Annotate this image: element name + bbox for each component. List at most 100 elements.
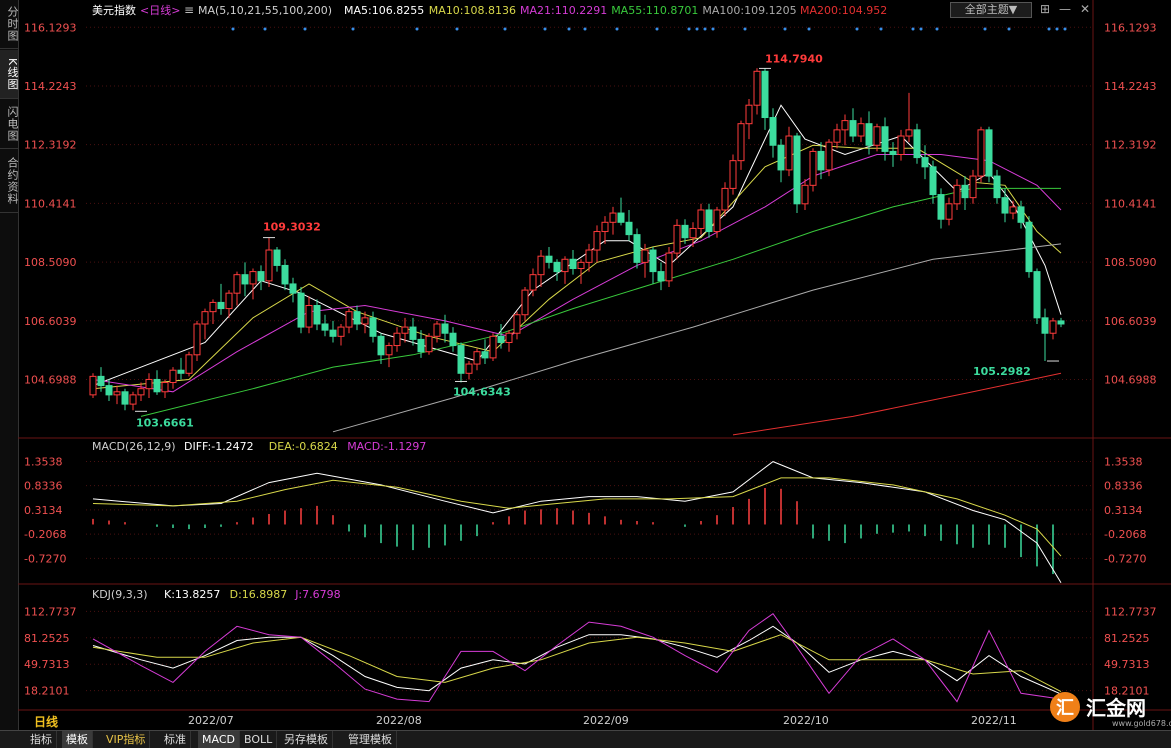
readout-ma100: MA100:109.1205 [702,4,796,17]
readout-ma5: MA5:106.8255 [344,4,424,17]
candle-body [657,271,665,282]
candle-body [697,209,705,229]
logo-name: 汇金网 [1086,696,1146,720]
candle-body [113,391,121,396]
macd-tick-label-right: 0.8336 [1104,480,1143,493]
candle-body [161,382,169,393]
signal-dot [983,27,987,31]
candle-body [577,261,585,270]
candle-body [345,311,353,328]
tab-save-template[interactable]: 另存模板 [280,731,333,748]
macd-diff-line [92,461,1062,583]
kdj-tick-label-right: 112.7737 [1104,605,1157,618]
signal-dot [1007,27,1011,31]
readout-ma55: MA55:110.8701 [611,4,698,17]
tab-vip-indicators[interactable]: VIP指标 [102,731,151,748]
tab-templates[interactable]: 模板 [62,731,93,748]
grid-icon[interactable]: ⊞ [1038,2,1052,16]
candle-body [641,249,649,263]
signal-dot [351,27,355,31]
signal-dot [583,27,587,31]
tab-standard[interactable]: 标准 [160,731,191,748]
candle-body [729,160,737,189]
kdj-tick-label-left: 49.7313 [24,658,70,671]
candle-body [529,274,537,291]
candle-body [897,135,905,156]
tab-boll[interactable]: BOLL [240,731,278,748]
ma-indicator-label: MA(5,10,21,55,100,200) [198,4,332,17]
signal-dot [455,27,459,31]
main-tick-label-left: 106.6039 [24,315,77,328]
candle-body [953,184,961,205]
candle-body [601,221,609,233]
candle-body [569,258,577,270]
kdj-d-line [92,634,1062,693]
candle-body [473,351,481,365]
candle-body [201,311,209,325]
candle-body [177,369,185,374]
candle-body [793,135,801,205]
candle-body [145,378,153,390]
candle-body [649,249,657,273]
readout-ma200: MA200:104.952 [800,4,887,17]
tab-indicators[interactable]: 指标 [26,731,57,748]
close-icon[interactable]: ✕ [1078,2,1092,16]
theme-dropdown[interactable]: 全部主题▼ [950,2,1032,18]
macd-tick-label-right: -0.2068 [1104,528,1146,541]
candle-body [625,221,633,236]
candle-body [1033,271,1041,319]
macd-readout-diff: DIFF:-1.2472 [184,440,254,453]
candle-body [1001,197,1009,214]
candle-body [705,209,713,233]
candle-body [289,283,297,294]
candle-body [689,227,697,239]
signal-dot [919,27,923,31]
candle-body [241,274,249,285]
signal-dot [415,27,419,31]
kdj-readout-d: D:16.8987 [230,588,288,601]
overlay-ma10 [92,144,1062,390]
candle-body [449,332,457,347]
candle-body [553,261,561,273]
candle-body [89,375,97,396]
candle-body [377,335,385,356]
candle-body [545,255,553,263]
chart-area[interactable]: 104.6988 104.6988 106.6039 106.6039 108.5090… [0,0,1171,730]
tab-macd[interactable]: MACD [198,731,240,748]
candle-body [409,326,417,340]
signal-dot [935,27,939,31]
x-tick-label: 2022/11 [971,714,1017,727]
overlay-ma21 [92,154,1062,393]
candle-body [993,175,1001,199]
candle-body [841,120,849,131]
candle-body [321,323,329,331]
main-tick-label-left: 116.1293 [24,21,77,34]
macd-tick-label-left: 0.8336 [24,480,63,493]
candle-body [753,70,761,106]
signal-dot [567,27,571,31]
x-tick-label: 2022/07 [188,714,234,727]
candle-body [441,323,449,334]
candle-body [329,329,337,337]
minimize-icon[interactable]: — [1058,2,1072,16]
candle-body [1025,221,1033,273]
macd-dea-line [92,477,1062,557]
candle-body [137,388,145,396]
candle-body [977,129,985,177]
signal-dot [855,27,859,31]
signal-dot [503,27,507,31]
signal-dot [1047,27,1051,31]
candle-body [801,184,809,205]
signal-dot [263,27,267,31]
signal-dot [615,27,619,31]
candle-body [713,209,721,233]
candle-body [761,70,769,119]
signal-dot [703,27,707,31]
brand-logo: 汇 汇金网 www.gold678.com [1050,690,1171,730]
macd-tick-label-right: 0.3134 [1104,504,1143,517]
main-tick-label-right: 110.4141 [1104,197,1157,210]
kdj-tick-label-right: 81.2525 [1104,632,1150,645]
candle-body [457,345,465,374]
main-tick-label-right: 116.1293 [1104,21,1157,34]
tab-manage-templates[interactable]: 管理模板 [344,731,397,748]
